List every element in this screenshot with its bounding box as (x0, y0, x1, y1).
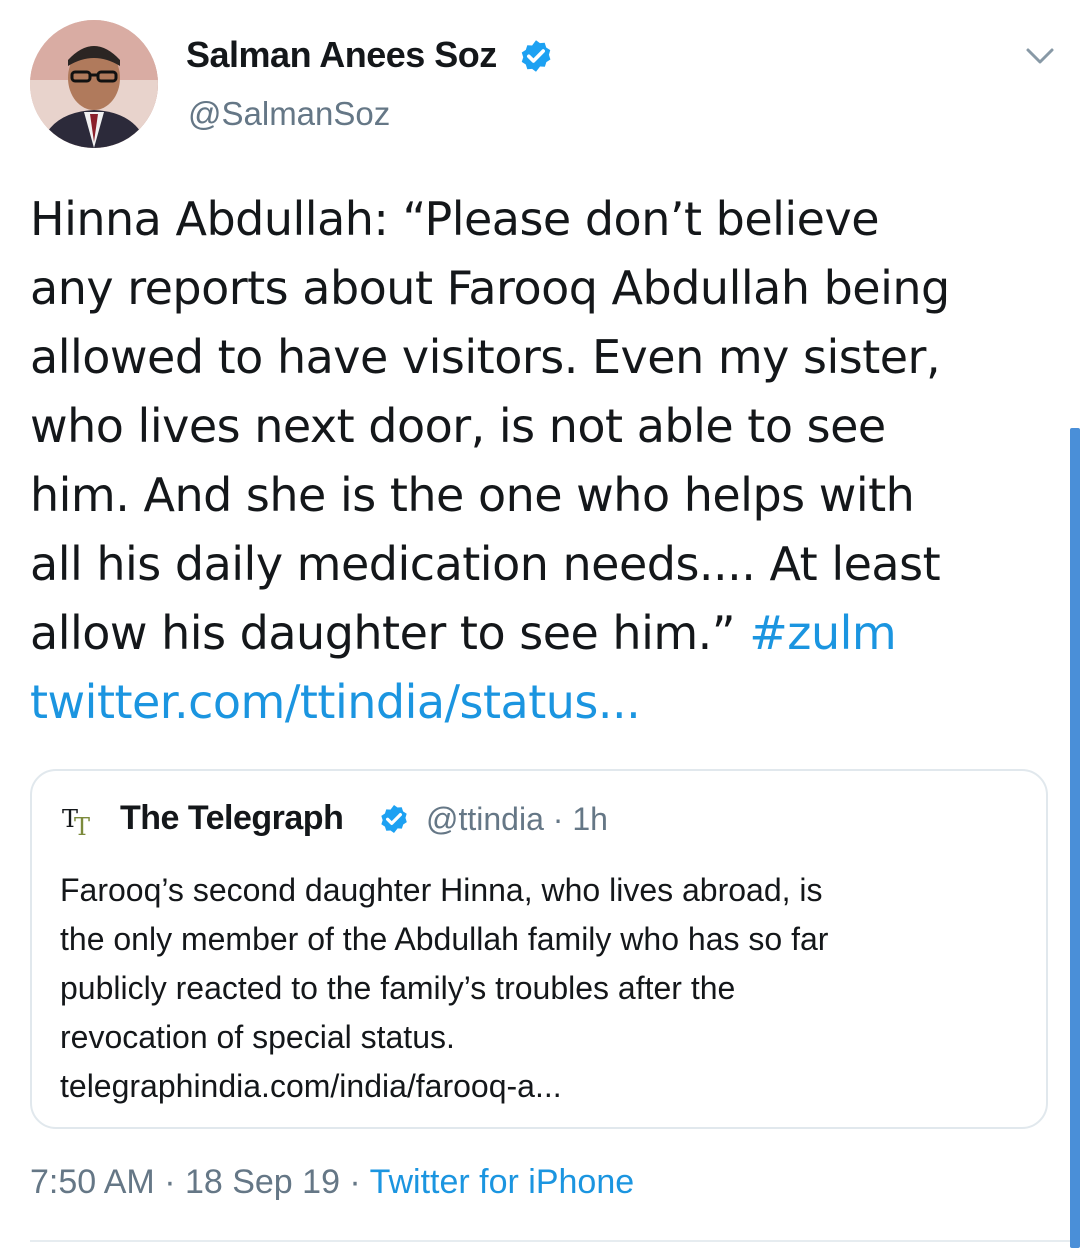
scrollbar[interactable] (1070, 428, 1080, 1248)
logo-letter: T (74, 813, 91, 841)
author-avatar[interactable] (30, 20, 158, 148)
chevron-down-icon[interactable] (1024, 44, 1056, 68)
tweet-text: Hinna Abdullah: “Please don’t believe an… (30, 185, 1060, 737)
hashtag-link[interactable]: #zulm (749, 606, 896, 660)
quoted-text-line: publicly reacted to the family’s trouble… (60, 970, 736, 1006)
quoted-text-line: revocation of special status. (60, 1019, 455, 1055)
avatar-photo-icon (30, 20, 158, 148)
tweet-timestamp[interactable]: 7:50 AM · 18 Sep 19 · (30, 1163, 370, 1201)
tweet-url-link[interactable]: twitter.com/ttindia/status... (30, 668, 1060, 737)
author-name[interactable]: Salman Anees Soz (186, 34, 497, 76)
divider (30, 1240, 1080, 1242)
tweet-text-line: all his daily medication needs.... At le… (30, 537, 941, 591)
tweet-text-segment: allow his daughter to see him.” (30, 606, 750, 660)
quoted-text-url: telegraphindia.com/india/farooq-a... (60, 1068, 562, 1104)
tweet-text-line: who lives next door, is not able to see (30, 399, 886, 453)
quoted-tweet-text: Farooq’s second daughter Hinna, who live… (60, 866, 1020, 1111)
tweet-text-line: him. And she is the one who helps with (30, 468, 915, 522)
telegraph-logo-icon: T T (60, 805, 96, 841)
verified-badge-icon (381, 805, 407, 833)
quoted-text-line: the only member of the Abdullah family w… (60, 921, 829, 957)
quoted-text-line: Farooq’s second daughter Hinna, who live… (60, 872, 823, 908)
verified-badge-icon (521, 40, 551, 72)
tweet-text-last-line: allow his daughter to see him.” #zulm (30, 599, 1060, 668)
tweet: Salman Anees Soz @SalmanSoz Hinna Abdull… (0, 0, 1080, 1248)
author-handle[interactable]: @SalmanSoz (188, 95, 390, 133)
quoted-author-name[interactable]: The Telegraph (120, 799, 344, 838)
quoted-tweet-card[interactable]: T T The Telegraph @ttindia · 1h Farooq’s… (30, 769, 1048, 1129)
tweet-text-line: any reports about Farooq Abdullah being (30, 261, 950, 315)
tweet-text-line: Hinna Abdullah: “Please don’t believe (30, 192, 880, 246)
quoted-handle-time: @ttindia · 1h (426, 801, 608, 837)
tweet-timestamp-line: 7:50 AM · 18 Sep 19 · Twitter for iPhone (30, 1163, 634, 1202)
tweet-text-line: allowed to have visitors. Even my sister… (30, 330, 941, 384)
tweet-source-link[interactable]: Twitter for iPhone (370, 1163, 635, 1201)
